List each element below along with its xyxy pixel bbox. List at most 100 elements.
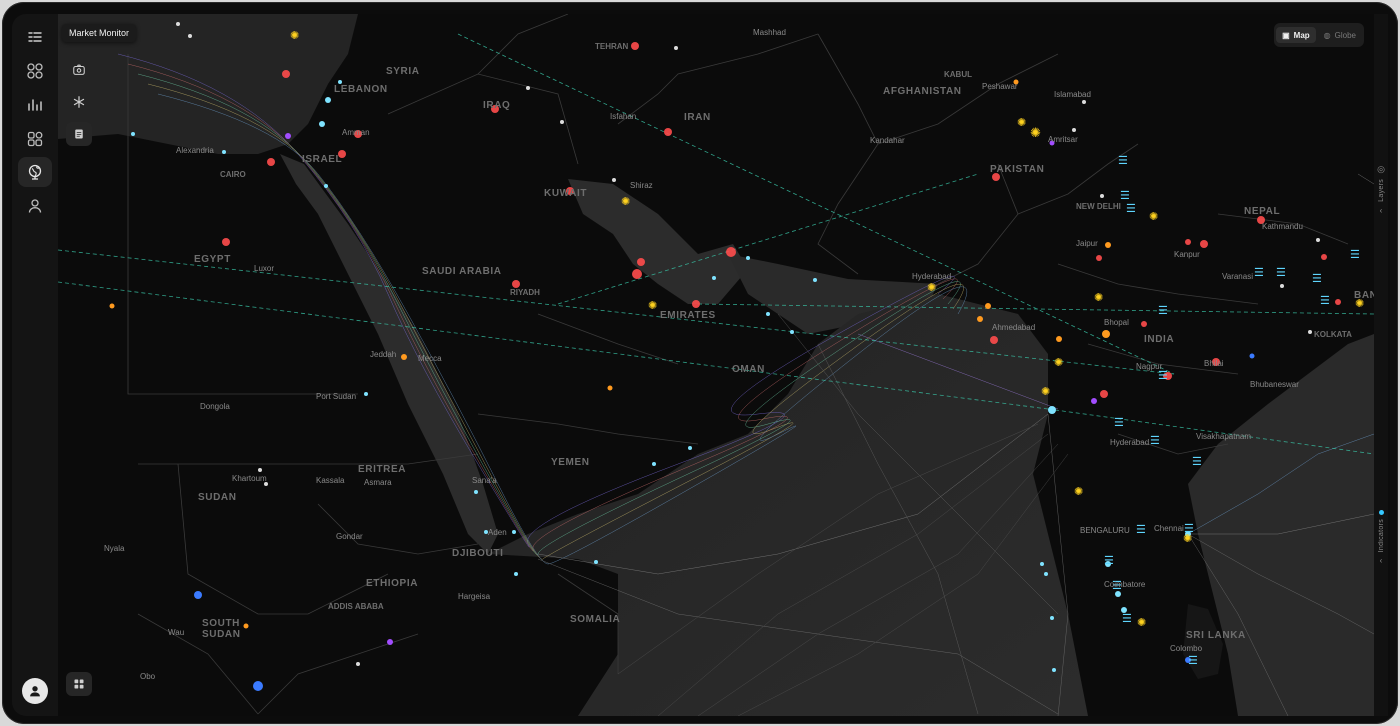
port-node[interactable] (319, 121, 325, 127)
port-node[interactable] (325, 97, 331, 103)
event-marker[interactable] (1335, 299, 1341, 305)
globe-icon[interactable] (18, 157, 52, 187)
event-marker[interactable] (692, 300, 700, 308)
port-node[interactable] (514, 572, 518, 576)
port-node[interactable] (1044, 572, 1048, 576)
dashboard-icon[interactable] (18, 124, 52, 154)
datacenter-icon[interactable]: ☰ (1184, 522, 1194, 535)
event-marker[interactable] (637, 258, 645, 266)
event-marker-orange[interactable] (1102, 330, 1110, 338)
datacenter-icon[interactable]: ☰ (1150, 434, 1160, 447)
event-marker[interactable] (1321, 254, 1327, 260)
port-node[interactable] (766, 312, 770, 316)
document-icon[interactable] (66, 122, 92, 146)
datacenter-icon[interactable]: ☰ (1254, 266, 1264, 279)
port-node[interactable] (222, 150, 226, 154)
datacenter-icon[interactable]: ☰ (1192, 455, 1202, 468)
event-marker[interactable] (1096, 255, 1102, 261)
port-node[interactable] (813, 278, 817, 282)
event-marker[interactable] (1141, 321, 1147, 327)
port-node[interactable] (790, 330, 794, 334)
datacenter-icon[interactable]: ☰ (1120, 189, 1130, 202)
port-node[interactable] (712, 276, 716, 280)
port-node[interactable] (1050, 616, 1054, 620)
datacenter-icon[interactable]: ☰ (1312, 272, 1322, 285)
sun-icon[interactable]: ✺ (1041, 385, 1050, 398)
datacenter-icon[interactable]: ☰ (1122, 612, 1132, 625)
datacenter-icon[interactable]: ☰ (1350, 248, 1360, 261)
event-marker[interactable] (1100, 390, 1108, 398)
map-view-button[interactable]: ▣ Map (1276, 27, 1316, 43)
event-marker-blue[interactable] (1249, 353, 1255, 359)
sun-icon[interactable]: ✺ (1054, 356, 1063, 369)
indicators-panel-tab[interactable]: Indicators ‹ (1374, 510, 1388, 565)
port-node[interactable] (1048, 406, 1056, 414)
event-marker[interactable] (632, 269, 642, 279)
event-marker-orange[interactable] (1105, 242, 1111, 248)
event-marker[interactable] (282, 70, 290, 78)
sun-icon[interactable]: ✺ (1030, 125, 1041, 141)
port-node[interactable] (324, 184, 328, 188)
sun-icon[interactable]: ✺ (648, 299, 657, 312)
event-marker[interactable] (267, 158, 275, 166)
event-marker[interactable] (222, 238, 230, 246)
event-marker[interactable] (512, 280, 520, 288)
port-node[interactable] (364, 392, 368, 396)
event-marker-orange[interactable] (401, 354, 407, 360)
menu-collapse-icon[interactable] (18, 22, 52, 52)
port-node[interactable] (131, 132, 135, 136)
event-marker-purple[interactable] (285, 133, 291, 139)
event-marker-orange[interactable] (243, 623, 249, 629)
sun-icon[interactable]: ✺ (621, 195, 630, 208)
event-marker[interactable] (990, 336, 998, 344)
port-node[interactable] (746, 256, 750, 260)
port-node[interactable] (1040, 562, 1044, 566)
event-marker-blue[interactable] (194, 591, 202, 599)
port-node[interactable] (1052, 668, 1056, 672)
datacenter-icon[interactable]: ☰ (1158, 304, 1168, 317)
port-node[interactable] (688, 446, 692, 450)
event-marker[interactable] (1200, 240, 1208, 248)
sun-icon[interactable]: ✺ (290, 29, 299, 42)
event-marker-orange[interactable] (977, 316, 983, 322)
datacenter-icon[interactable]: ☰ (1320, 294, 1330, 307)
sun-icon[interactable]: ✺ (1094, 291, 1103, 304)
datacenter-icon[interactable]: ☰ (1276, 266, 1286, 279)
datacenter-icon[interactable]: ☰ (1188, 654, 1198, 667)
event-marker-orange[interactable] (1056, 336, 1062, 342)
event-marker-purple[interactable] (387, 639, 393, 645)
camera-icon[interactable] (66, 58, 92, 82)
grid-icon[interactable] (66, 672, 92, 696)
datacenter-icon[interactable]: ☰ (1104, 554, 1114, 567)
event-marker[interactable] (664, 128, 672, 136)
layers-panel-tab[interactable]: ◎ Layers ‹ (1374, 164, 1388, 215)
sun-icon[interactable]: ✺ (1017, 116, 1026, 129)
datacenter-icon[interactable]: ☰ (1126, 202, 1136, 215)
grid-apps-icon[interactable] (18, 56, 52, 86)
user-icon[interactable] (18, 191, 52, 221)
datacenter-icon[interactable]: ☰ (1118, 154, 1128, 167)
sun-icon[interactable]: ✺ (1074, 485, 1083, 498)
sun-icon[interactable]: ✺ (1149, 210, 1158, 223)
globe-view-button[interactable]: ◍ Globe (1318, 27, 1362, 43)
port-node[interactable] (512, 530, 516, 534)
port-node[interactable] (594, 560, 598, 564)
datacenter-icon[interactable]: ☰ (1136, 523, 1146, 536)
chart-activity-icon[interactable] (18, 90, 52, 120)
event-marker-orange[interactable] (985, 303, 991, 309)
asterisk-icon[interactable] (66, 90, 92, 114)
event-marker[interactable] (726, 247, 736, 257)
port-node[interactable] (474, 490, 478, 494)
event-marker-orange[interactable] (109, 303, 115, 309)
event-marker-orange[interactable] (607, 385, 613, 391)
event-marker-purple[interactable] (1091, 398, 1097, 404)
sun-icon[interactable]: ✺ (927, 281, 936, 294)
map-canvas[interactable]: ✺ ✺ ✺ ✺ ✺ ✺ ✺ ✺ ✺ ✺ ✺ ✺ ✺ ✺ ☰ ☰ ☰ ☰ ☰ ☰ … (58, 14, 1374, 716)
event-marker[interactable] (631, 42, 639, 50)
sun-icon[interactable]: ✺ (1137, 616, 1146, 629)
avatar[interactable] (22, 678, 48, 704)
port-node[interactable] (652, 462, 656, 466)
event-marker[interactable] (1185, 239, 1191, 245)
datacenter-icon[interactable]: ☰ (1114, 416, 1124, 429)
event-marker-blue[interactable] (253, 681, 263, 691)
